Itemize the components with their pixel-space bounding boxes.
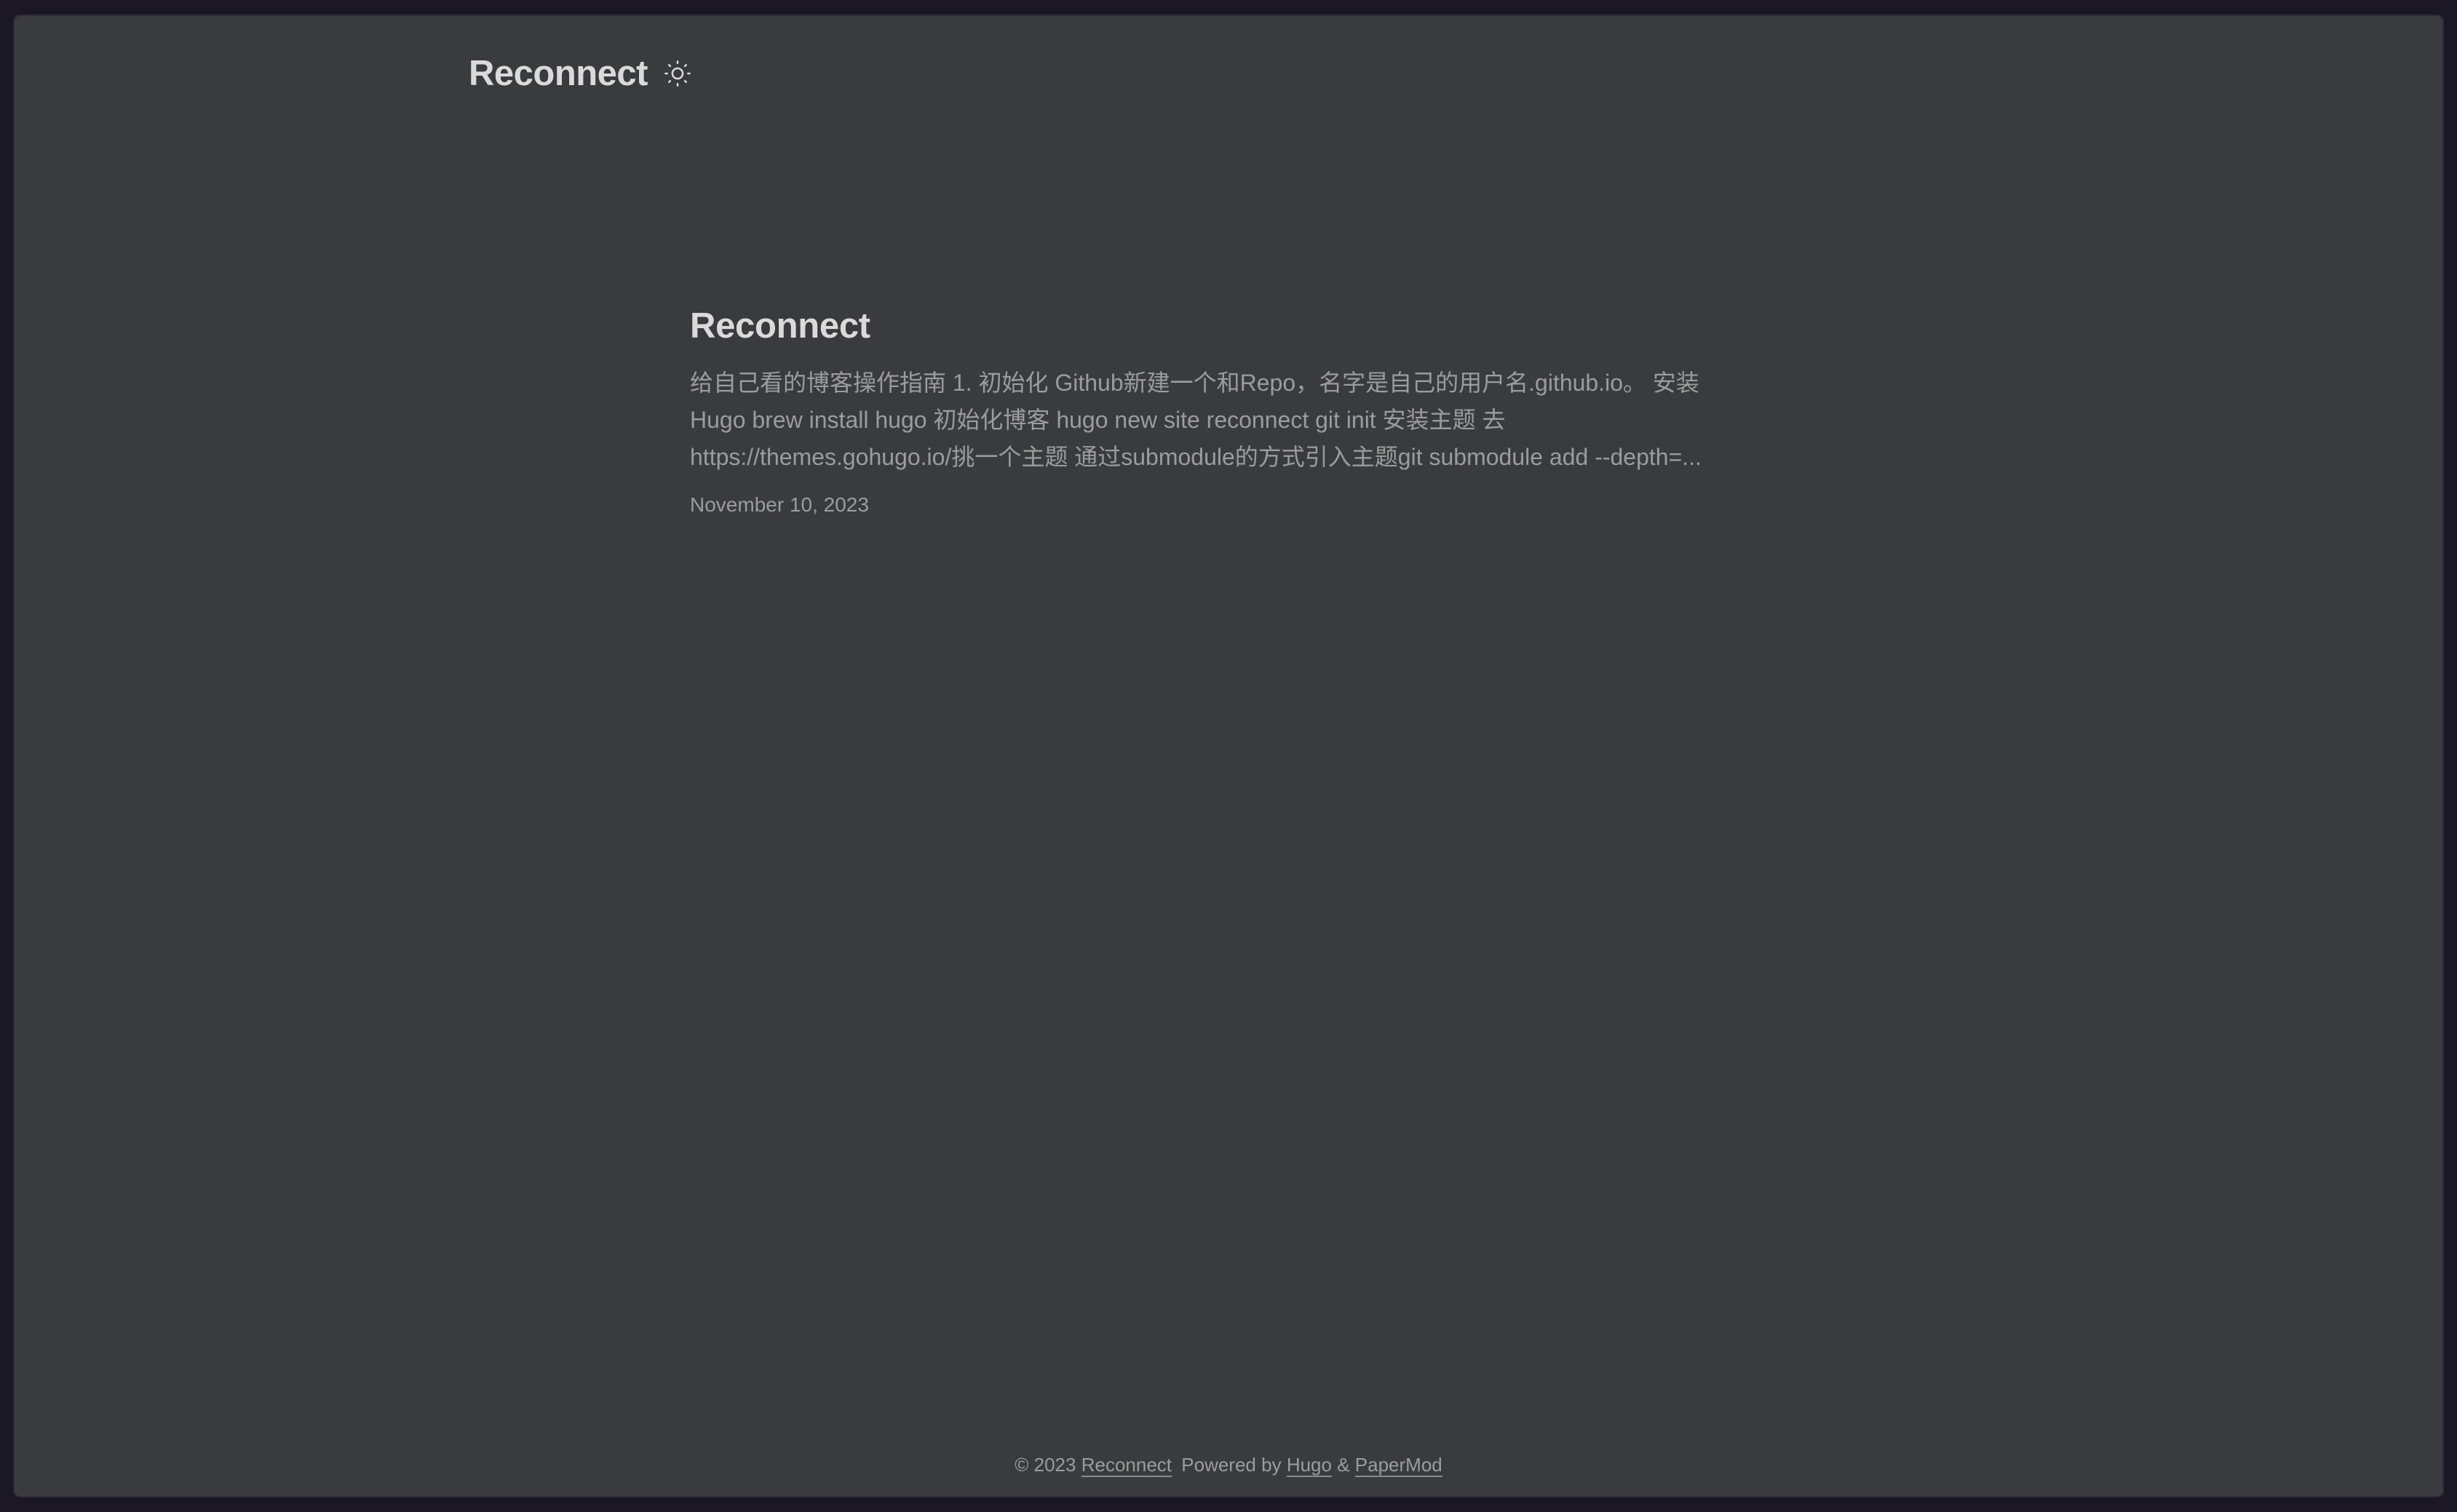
post-title[interactable]: Reconnect xyxy=(690,301,1753,351)
footer-copyright: © 2023 xyxy=(1015,1454,1076,1476)
site-header: Reconnect xyxy=(469,48,693,99)
post-summary-line: https://themes.gohugo.io/挑一个主题 通过submodu… xyxy=(690,444,1702,470)
footer-papermod-link[interactable]: PaperMod xyxy=(1354,1454,1442,1477)
site-logo-link[interactable]: Reconnect xyxy=(469,53,648,94)
post-summary: 给自己看的博客操作指南 1. 初始化 Github新建一个和Repo，名字是自己… xyxy=(690,365,1745,476)
footer-hugo-link[interactable]: Hugo xyxy=(1286,1454,1332,1477)
post-summary-line: Hugo brew install hugo 初始化博客 hugo new si… xyxy=(690,407,1506,433)
footer-ampersand: & xyxy=(1337,1454,1350,1476)
post-summary-line: 给自己看的博客操作指南 1. 初始化 Github新建一个和Repo，名字是自己… xyxy=(690,370,1699,396)
theme-toggle-button[interactable] xyxy=(662,58,693,89)
site-footer: © 2023 Reconnect Powered by Hugo & Paper… xyxy=(13,1454,2444,1477)
browser-viewport: Reconnect Reconnect 给自己看的博客操作指南 1. 初始化 G… xyxy=(13,15,2444,1497)
post-date: November 10, 2023 xyxy=(690,493,869,516)
footer-site-link[interactable]: Reconnect xyxy=(1081,1454,1172,1477)
post-entry[interactable]: Reconnect 给自己看的博客操作指南 1. 初始化 Github新建一个和… xyxy=(690,301,1753,517)
sun-icon xyxy=(664,60,691,87)
footer-powered-by: Powered by xyxy=(1181,1454,1282,1476)
